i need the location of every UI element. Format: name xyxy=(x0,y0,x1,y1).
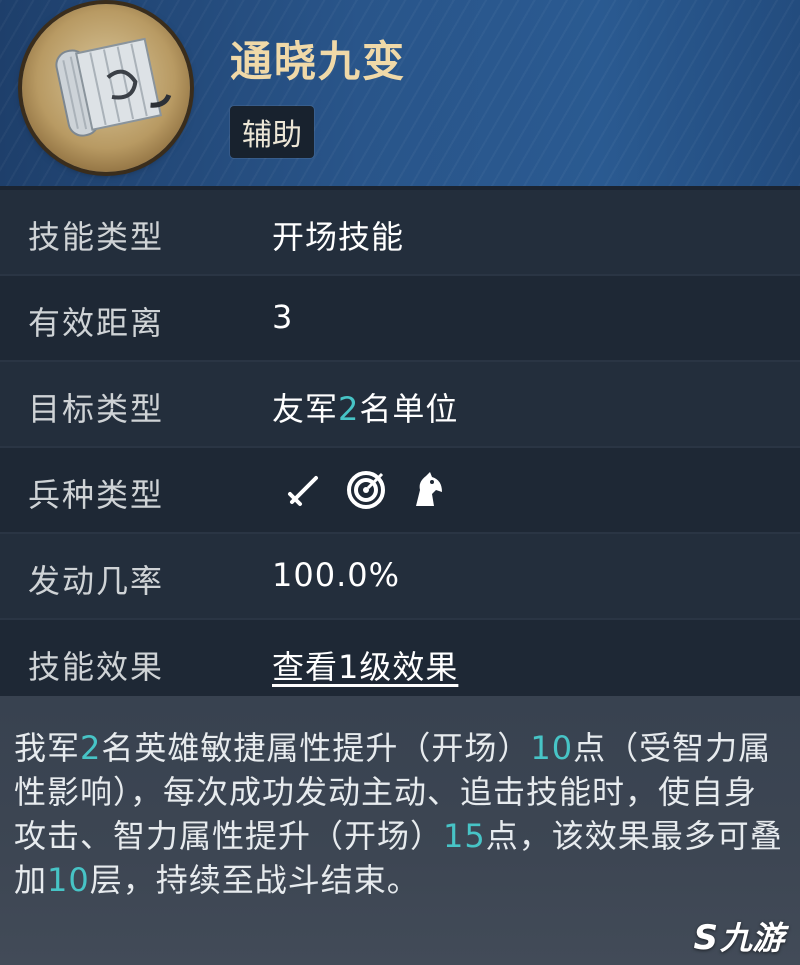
troop-icons xyxy=(282,468,450,512)
row-label: 兵种类型 xyxy=(28,476,165,514)
row-label: 目标类型 xyxy=(28,390,165,428)
scroll-emblem-icon xyxy=(22,4,190,172)
range-value: 3 xyxy=(272,298,294,336)
site-watermark: S九游 xyxy=(693,913,784,959)
target-icon xyxy=(344,468,388,512)
desc-number: 10 xyxy=(47,861,90,899)
skill-description: 我军2名英雄敏捷属性提升（开场）10点（受智力属性影响），每次成功发动主动、追击… xyxy=(0,696,800,965)
row-label: 发动几率 xyxy=(28,562,165,600)
row-skill-effect: 技能效果 查看1级效果 xyxy=(0,620,800,706)
row-target-type: 目标类型 友军2名单位 xyxy=(0,362,800,448)
target-count: 2 xyxy=(338,390,360,428)
row-label: 技能类型 xyxy=(28,218,165,256)
row-troop-type: 兵种类型 xyxy=(0,448,800,534)
description-text: 我军2名英雄敏捷属性提升（开场）10点（受智力属性影响），每次成功发动主动、追击… xyxy=(14,726,786,902)
desc-number: 15 xyxy=(443,817,486,855)
target-suffix: 名单位 xyxy=(359,390,459,428)
watermark-logo-icon: S xyxy=(693,918,718,958)
desc-number: 2 xyxy=(80,729,102,767)
skill-attributes: 技能类型 开场技能 有效距离 3 目标类型 友军2名单位 兵种类型 发动几率 1… xyxy=(0,190,800,706)
skill-type-value: 开场技能 xyxy=(272,218,405,256)
sword-icon xyxy=(282,468,326,512)
view-level-effect-link[interactable]: 查看1级效果 xyxy=(272,642,458,688)
row-range: 有效距离 3 xyxy=(0,276,800,362)
desc-text: 我军 xyxy=(14,729,81,767)
trigger-rate-value: 100.0% xyxy=(272,556,401,594)
row-skill-type: 技能类型 开场技能 xyxy=(0,190,800,276)
desc-text: 名英雄敏捷属性提升（开场） xyxy=(101,729,531,767)
target-type-value: 友军2名单位 xyxy=(272,384,458,430)
skill-category-badge: 辅助 xyxy=(230,106,314,158)
row-label: 有效距离 xyxy=(28,304,165,342)
watermark-text: 九游 xyxy=(719,919,784,957)
skill-header: 通晓九变 辅助 xyxy=(0,0,800,186)
row-trigger-rate: 发动几率 100.0% xyxy=(0,534,800,620)
desc-number: 10 xyxy=(530,729,574,767)
row-label: 技能效果 xyxy=(28,648,165,686)
desc-text: 层，持续至战斗结束。 xyxy=(89,861,420,899)
skill-title: 通晓九变 xyxy=(230,37,407,86)
horse-icon xyxy=(406,468,450,512)
target-prefix: 友军 xyxy=(272,390,339,428)
